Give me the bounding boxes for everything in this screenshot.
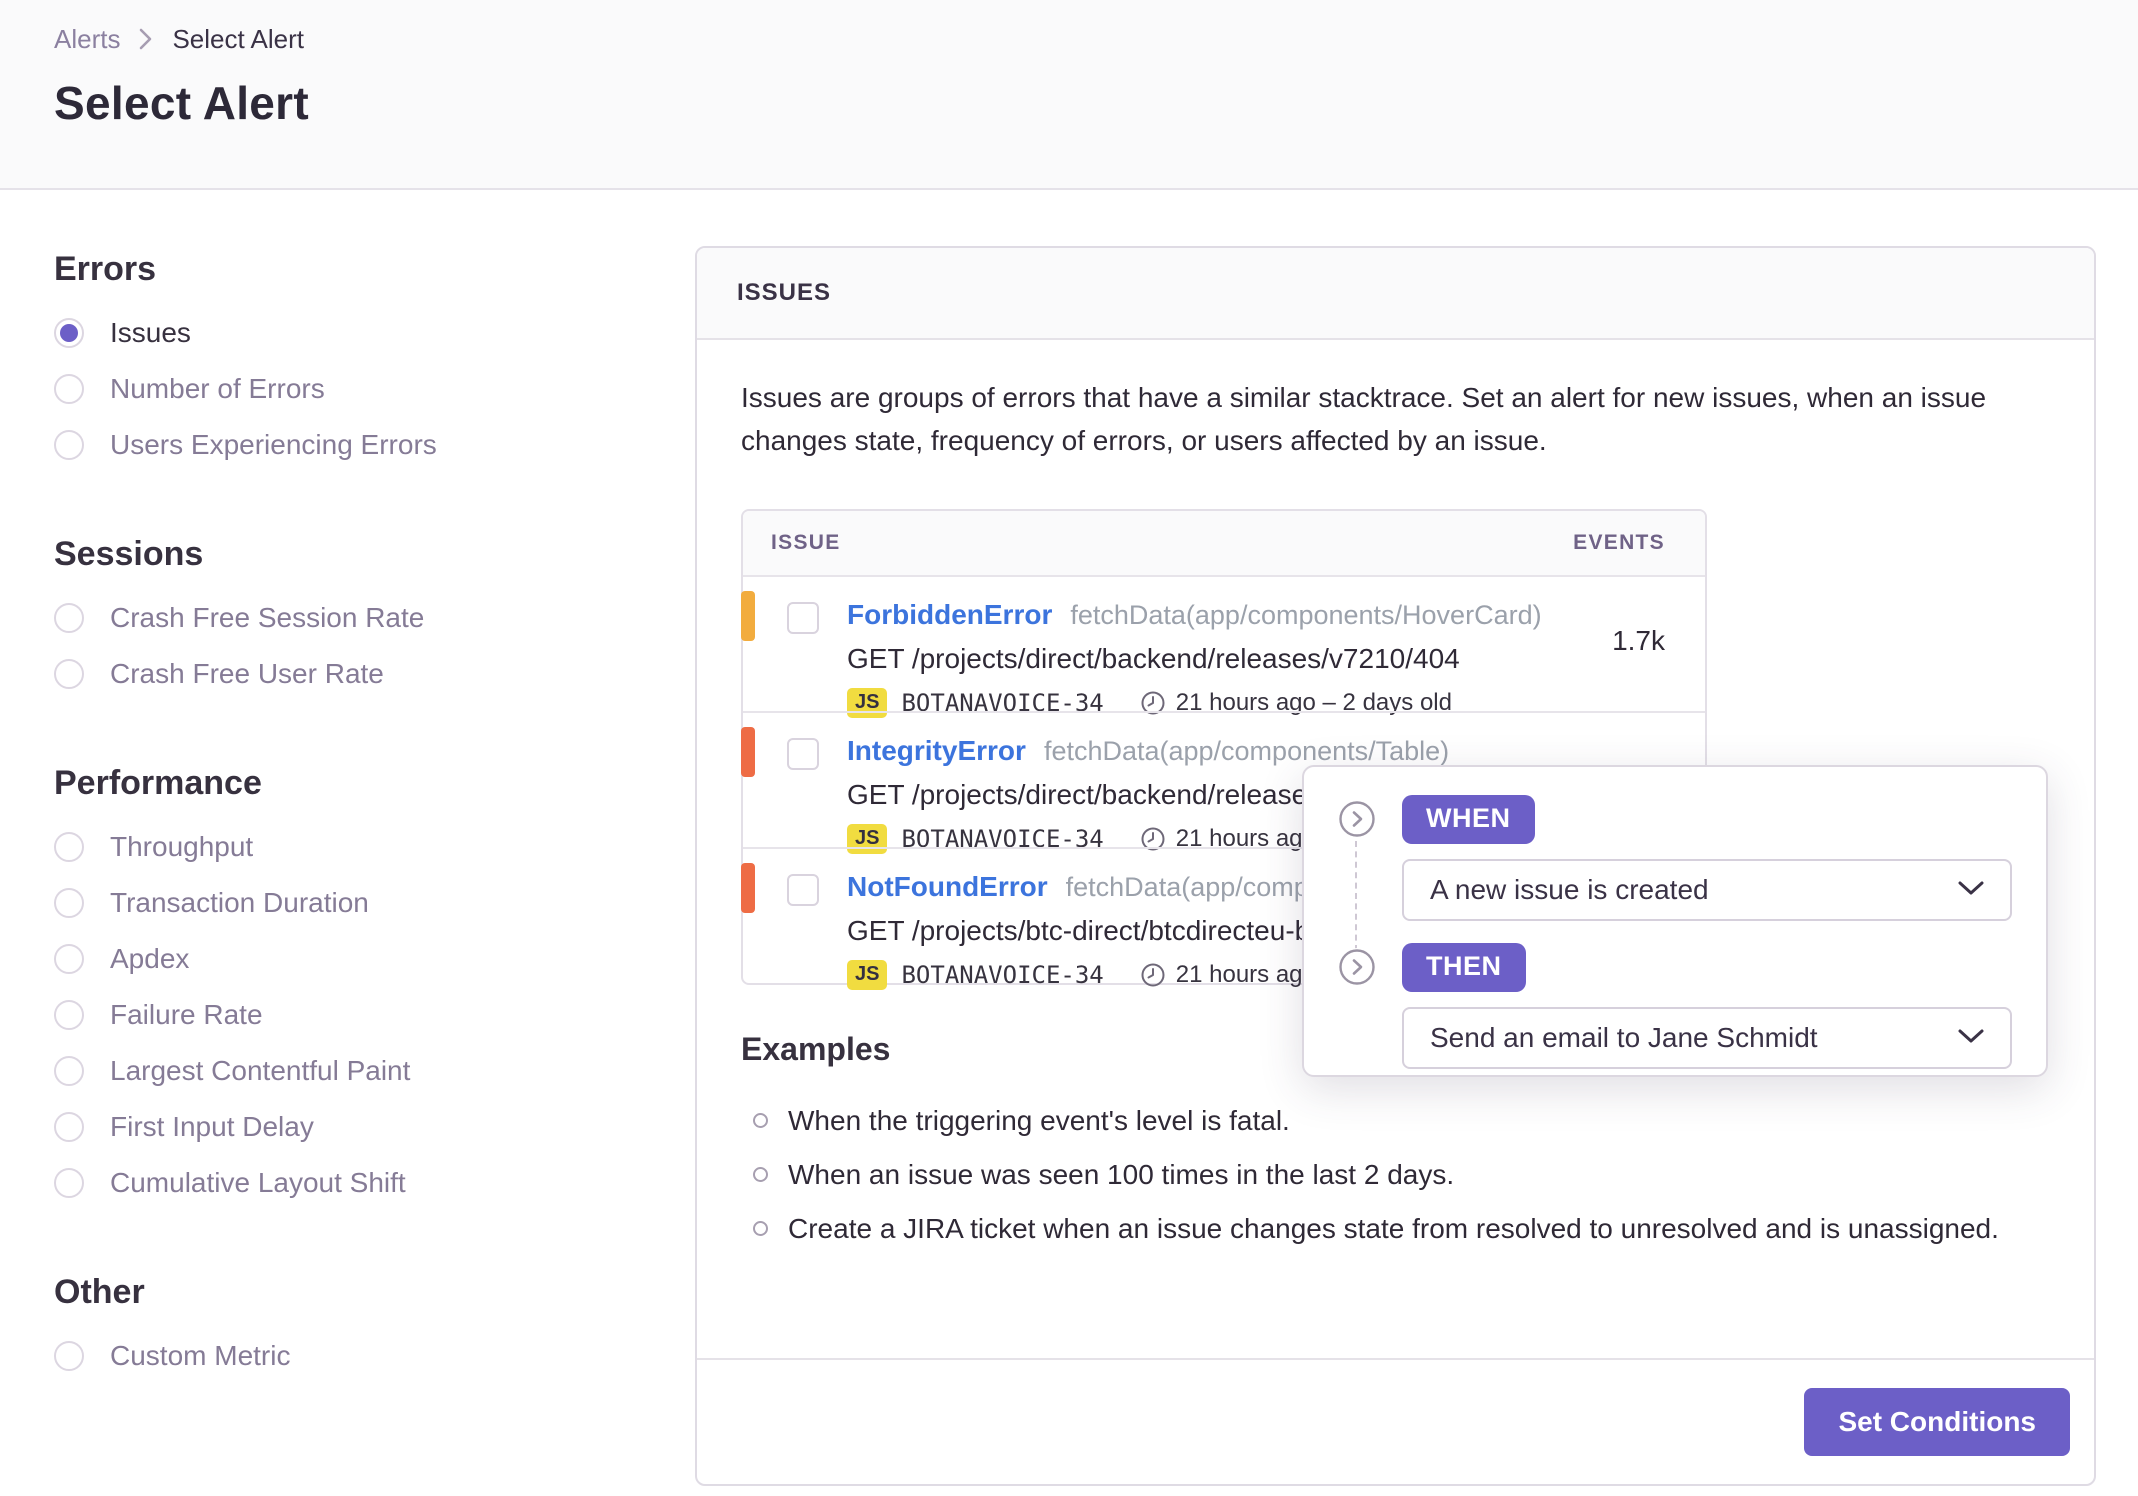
table-header-row: ISSUE EVENTS [743, 510, 1705, 575]
radio-option-users-experiencing-errors[interactable]: Users Experiencing Errors [54, 417, 654, 473]
page-header: Alerts Select Alert Select Alert [0, 0, 2138, 190]
group-title-errors: Errors [54, 250, 157, 288]
dashed-connector [1355, 841, 1357, 951]
issues-panel: ISSUES Issues are groups of errors that … [695, 246, 2096, 1486]
group-title-performance: Performance [54, 764, 262, 802]
issue-title-link[interactable]: ForbiddenError [847, 599, 1052, 631]
radio-icon [54, 1000, 84, 1030]
radio-icon [54, 1056, 84, 1086]
radio-option-crash-free-user-rate[interactable]: Crash Free User Rate [54, 646, 654, 702]
radio-option-largest-contentful-paint[interactable]: Largest Contentful Paint [54, 1043, 654, 1099]
issue-title-link[interactable]: IntegrityError [847, 735, 1026, 767]
radio-icon [54, 659, 84, 689]
group-errors: Errors Issues Number of Errors Users Exp… [54, 250, 654, 473]
chevron-down-icon [1956, 878, 1986, 903]
platform-js-badge: JS [847, 959, 888, 990]
set-conditions-button[interactable]: Set Conditions [1804, 1388, 2070, 1456]
panel-description: Issues are groups of errors that have a … [741, 382, 1987, 457]
chevron-down-icon [1956, 1026, 1986, 1051]
severity-bar [741, 590, 755, 641]
issue-checkbox[interactable] [787, 737, 819, 770]
radio-option-throughput[interactable]: Throughput [54, 819, 654, 875]
breadcrumb-alerts-link[interactable]: Alerts [54, 24, 120, 55]
issue-transaction: GET /projects/direct/backend/releases/v7… [847, 642, 1460, 674]
list-item: Create a JIRA ticket when an issue chang… [741, 1202, 2054, 1256]
then-badge: THEN [1402, 942, 1526, 992]
group-other: Other Custom Metric [54, 1273, 654, 1384]
circle-chevron-icon [1338, 800, 1376, 838]
list-item: When the triggering event's level is fat… [741, 1094, 2054, 1148]
issue-short-id: BOTANAVOICE-34 [901, 960, 1104, 989]
radio-selected-icon [54, 318, 84, 348]
radio-icon [54, 1168, 84, 1198]
list-item: When an issue was seen 100 times in the … [741, 1148, 2054, 1202]
radio-icon [54, 944, 84, 974]
breadcrumb: Alerts Select Alert [54, 18, 2138, 60]
radio-icon [54, 374, 84, 404]
column-header-issue: ISSUE [771, 530, 841, 554]
issue-title-link[interactable]: NotFoundError [847, 871, 1048, 903]
clock-icon [1140, 962, 1166, 988]
alert-rule-popup: WHEN A new issue is created THEN Send an… [1302, 765, 2048, 1077]
panel-header: ISSUES [697, 248, 2094, 340]
radio-icon [54, 603, 84, 633]
radio-option-failure-rate[interactable]: Failure Rate [54, 987, 654, 1043]
issue-culprit: fetchData(app/components/HoverCard) [1070, 599, 1542, 630]
issue-checkbox[interactable] [787, 601, 819, 634]
circle-chevron-icon [1338, 948, 1376, 986]
table-row: ForbiddenError fetchData(app/components/… [741, 574, 1705, 718]
radio-option-first-input-delay[interactable]: First Input Delay [54, 1099, 654, 1155]
issue-checkbox[interactable] [787, 873, 819, 906]
chevron-right-icon [138, 26, 154, 52]
alert-type-sidebar: Errors Issues Number of Errors Users Exp… [54, 246, 654, 1486]
column-header-events: EVENTS [1573, 530, 1665, 554]
severity-bar [741, 726, 755, 777]
radio-icon [54, 1112, 84, 1142]
content-area: Errors Issues Number of Errors Users Exp… [0, 190, 2138, 1486]
radio-icon [54, 888, 84, 918]
page-title: Select Alert [54, 77, 310, 129]
breadcrumb-current: Select Alert [172, 23, 304, 54]
group-title-sessions: Sessions [54, 535, 204, 573]
radio-option-issues[interactable]: Issues [54, 305, 654, 361]
radio-icon [54, 832, 84, 862]
radio-icon [54, 1341, 84, 1371]
issue-culprit: fetchData(app/components/Table) [1043, 735, 1450, 766]
when-badge: WHEN [1402, 794, 1535, 844]
radio-option-apdex[interactable]: Apdex [54, 931, 654, 987]
severity-bar [741, 862, 755, 913]
then-action-select[interactable]: Send an email to Jane Schmidt [1402, 1007, 2012, 1069]
when-condition-select[interactable]: A new issue is created [1402, 859, 2012, 921]
issue-events-count: 1.7k [1612, 624, 1665, 656]
radio-icon [54, 430, 84, 460]
examples-list: When the triggering event's level is fat… [741, 1094, 2054, 1256]
radio-option-cumulative-layout-shift[interactable]: Cumulative Layout Shift [54, 1155, 654, 1211]
group-performance: Performance Throughput Transaction Durat… [54, 764, 654, 1211]
radio-option-transaction-duration[interactable]: Transaction Duration [54, 875, 654, 931]
group-sessions: Sessions Crash Free Session Rate Crash F… [54, 535, 654, 702]
group-title-other: Other [54, 1273, 145, 1311]
radio-option-number-of-errors[interactable]: Number of Errors [54, 361, 654, 417]
radio-option-crash-free-session-rate[interactable]: Crash Free Session Rate [54, 590, 654, 646]
panel-footer: Set Conditions [697, 1358, 2094, 1484]
radio-option-custom-metric[interactable]: Custom Metric [54, 1328, 654, 1384]
